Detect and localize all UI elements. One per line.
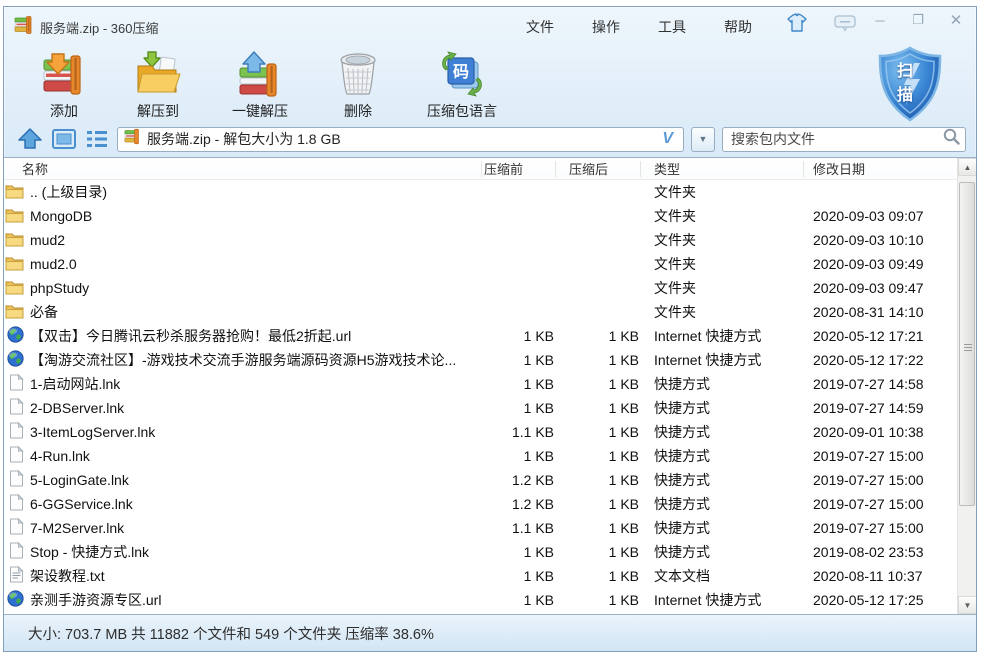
address-v-badge: V bbox=[662, 130, 677, 148]
up-directory-icon[interactable] bbox=[16, 127, 44, 151]
file-icon bbox=[9, 422, 24, 442]
one-click-extract-button-label: 一键解压 bbox=[232, 101, 288, 121]
table-row[interactable]: 7-M2Server.lnk 1.1 KB 1 KB 快捷方式 2019-07-… bbox=[4, 516, 957, 540]
header-type[interactable]: 类型 bbox=[641, 161, 804, 177]
address-dropdown-button[interactable]: ▼ bbox=[691, 127, 715, 152]
file-icon bbox=[9, 470, 24, 490]
close-button[interactable]: ✕ bbox=[942, 11, 970, 29]
app-window: 服务端.zip - 360压缩 文件 操作 工具 帮助 ─ bbox=[3, 6, 977, 652]
table-row[interactable]: 2-DBServer.lnk 1 KB 1 KB 快捷方式 2019-07-27… bbox=[4, 396, 957, 420]
folder-icon bbox=[5, 207, 24, 226]
file-icon bbox=[9, 398, 24, 418]
maximize-button[interactable]: ❐ bbox=[904, 11, 932, 29]
search-icon[interactable] bbox=[942, 127, 961, 151]
address-zip-icon bbox=[124, 128, 141, 150]
scan-button-label: 扫描 bbox=[889, 57, 931, 105]
table-row[interactable]: Stop - 快捷方式.lnk 1 KB 1 KB 快捷方式 2019-08-0… bbox=[4, 540, 957, 564]
svg-text:码: 码 bbox=[453, 63, 469, 81]
status-text: 大小: 703.7 MB 共 11882 个文件和 549 个文件夹 压缩率 3… bbox=[28, 623, 434, 644]
textfile-icon bbox=[9, 566, 24, 586]
folder-icon bbox=[5, 303, 24, 322]
file-icon bbox=[9, 518, 24, 538]
table-row[interactable]: mud2 文件夹 2020-09-03 10:10 bbox=[4, 228, 957, 252]
scrollbar-thumb[interactable] bbox=[959, 182, 975, 506]
skin-shirt-icon[interactable] bbox=[786, 13, 808, 38]
scroll-up-button[interactable]: ▲ bbox=[958, 158, 976, 176]
menu-file[interactable]: 文件 bbox=[522, 16, 558, 38]
toolbar: 添加 解压到 bbox=[4, 43, 976, 123]
table-row[interactable]: phpStudy 文件夹 2020-09-03 09:47 bbox=[4, 276, 957, 300]
column-headers: 名称 压缩前 压缩后 类型 修改日期 bbox=[4, 158, 976, 180]
header-size-after[interactable]: 压缩后 bbox=[556, 161, 641, 177]
add-archive-icon bbox=[38, 49, 90, 99]
file-icon bbox=[9, 374, 24, 394]
app-zip-icon bbox=[14, 15, 34, 40]
add-button-label: 添加 bbox=[50, 101, 78, 121]
title-bar: 服务端.zip - 360压缩 文件 操作 工具 帮助 ─ bbox=[4, 7, 976, 43]
file-list-panel: 名称 压缩前 压缩后 类型 修改日期 .. (上级目录) 文件夹 MongoDB… bbox=[4, 157, 976, 614]
table-row[interactable]: 【双击】今日腾讯云秒杀服务器抢购！最低2折起.url 1 KB 1 KB Int… bbox=[4, 324, 957, 348]
extract-to-button-label: 解压到 bbox=[137, 101, 179, 121]
folder-icon bbox=[5, 255, 24, 274]
delete-button-label: 删除 bbox=[344, 101, 372, 121]
table-row[interactable]: .. (上级目录) 文件夹 bbox=[4, 180, 957, 204]
status-bar: 大小: 703.7 MB 共 11882 个文件和 549 个文件夹 压缩率 3… bbox=[4, 614, 976, 651]
table-row[interactable]: 6-GGService.lnk 1.2 KB 1 KB 快捷方式 2019-07… bbox=[4, 492, 957, 516]
menu-operation[interactable]: 操作 bbox=[588, 16, 624, 38]
globe-icon bbox=[7, 326, 24, 346]
list-view-icon[interactable] bbox=[84, 128, 110, 150]
address-path: 服务端.zip - 解包大小为 1.8 GB bbox=[147, 129, 656, 149]
archive-language-button-label: 压缩包语言 bbox=[427, 101, 497, 121]
table-row[interactable]: 【淘游交流社区】-游戏技术交流手游服务端源码资源H5游戏技术论... 1 KB … bbox=[4, 348, 957, 372]
file-icon bbox=[9, 542, 24, 562]
file-icon bbox=[9, 494, 24, 514]
folder-icon bbox=[5, 279, 24, 298]
navigation-bar: 服务端.zip - 解包大小为 1.8 GB V ▼ bbox=[4, 123, 976, 155]
search-box bbox=[722, 127, 966, 152]
archive-language-button[interactable]: 码 压缩包语言 bbox=[404, 43, 520, 121]
folder-icon bbox=[5, 231, 24, 250]
file-list: .. (上级目录) 文件夹 MongoDB 文件夹 2020-09-03 09:… bbox=[4, 180, 957, 614]
one-click-extract-button[interactable]: 一键解压 bbox=[208, 43, 312, 121]
delete-icon bbox=[334, 49, 382, 99]
table-row[interactable]: 4-Run.lnk 1 KB 1 KB 快捷方式 2019-07-27 15:0… bbox=[4, 444, 957, 468]
delete-button[interactable]: 删除 bbox=[312, 43, 404, 121]
table-row[interactable]: 架设教程.txt 1 KB 1 KB 文本文档 2020-08-11 10:37 bbox=[4, 564, 957, 588]
table-row[interactable]: 5-LoginGate.lnk 1.2 KB 1 KB 快捷方式 2019-07… bbox=[4, 468, 957, 492]
window-title: 服务端.zip - 360压缩 bbox=[40, 18, 158, 37]
menu-help[interactable]: 帮助 bbox=[720, 16, 756, 38]
file-icon bbox=[9, 446, 24, 466]
folder-icon bbox=[5, 183, 24, 202]
menu-bar: 文件 操作 工具 帮助 bbox=[522, 16, 756, 38]
scroll-down-button[interactable]: ▼ bbox=[958, 596, 976, 614]
header-name[interactable]: 名称 bbox=[4, 161, 482, 177]
minimize-button[interactable]: ─ bbox=[866, 11, 894, 29]
table-row[interactable]: MongoDB 文件夹 2020-09-03 09:07 bbox=[4, 204, 957, 228]
feedback-message-icon[interactable] bbox=[834, 14, 856, 37]
table-row[interactable]: mud2.0 文件夹 2020-09-03 09:49 bbox=[4, 252, 957, 276]
chevron-down-icon: ▼ bbox=[699, 134, 708, 144]
table-row[interactable]: 1-启动网站.lnk 1 KB 1 KB 快捷方式 2019-07-27 14:… bbox=[4, 372, 957, 396]
table-row[interactable]: 亲测手游资源专区.url 1 KB 1 KB Internet 快捷方式 202… bbox=[4, 588, 957, 612]
menu-tools[interactable]: 工具 bbox=[654, 16, 690, 38]
one-click-extract-icon bbox=[234, 49, 286, 99]
header-modified-date[interactable]: 修改日期 bbox=[804, 159, 976, 178]
search-input[interactable] bbox=[731, 131, 942, 147]
table-row[interactable]: 必备 文件夹 2020-08-31 14:10 bbox=[4, 300, 957, 324]
extract-to-icon bbox=[132, 49, 184, 99]
vertical-scrollbar[interactable]: ▲ ▼ bbox=[957, 158, 976, 614]
scan-button[interactable]: 扫描 bbox=[868, 45, 952, 125]
globe-icon bbox=[7, 590, 24, 610]
table-row[interactable]: 3-ItemLogServer.lnk 1.1 KB 1 KB 快捷方式 202… bbox=[4, 420, 957, 444]
add-button[interactable]: 添加 bbox=[20, 43, 108, 121]
globe-icon bbox=[7, 350, 24, 370]
icon-view-icon[interactable] bbox=[51, 128, 77, 150]
extract-to-button[interactable]: 解压到 bbox=[108, 43, 208, 121]
address-bar[interactable]: 服务端.zip - 解包大小为 1.8 GB V bbox=[117, 127, 684, 152]
header-size-before[interactable]: 压缩前 bbox=[482, 161, 556, 177]
archive-language-icon: 码 bbox=[436, 49, 488, 99]
